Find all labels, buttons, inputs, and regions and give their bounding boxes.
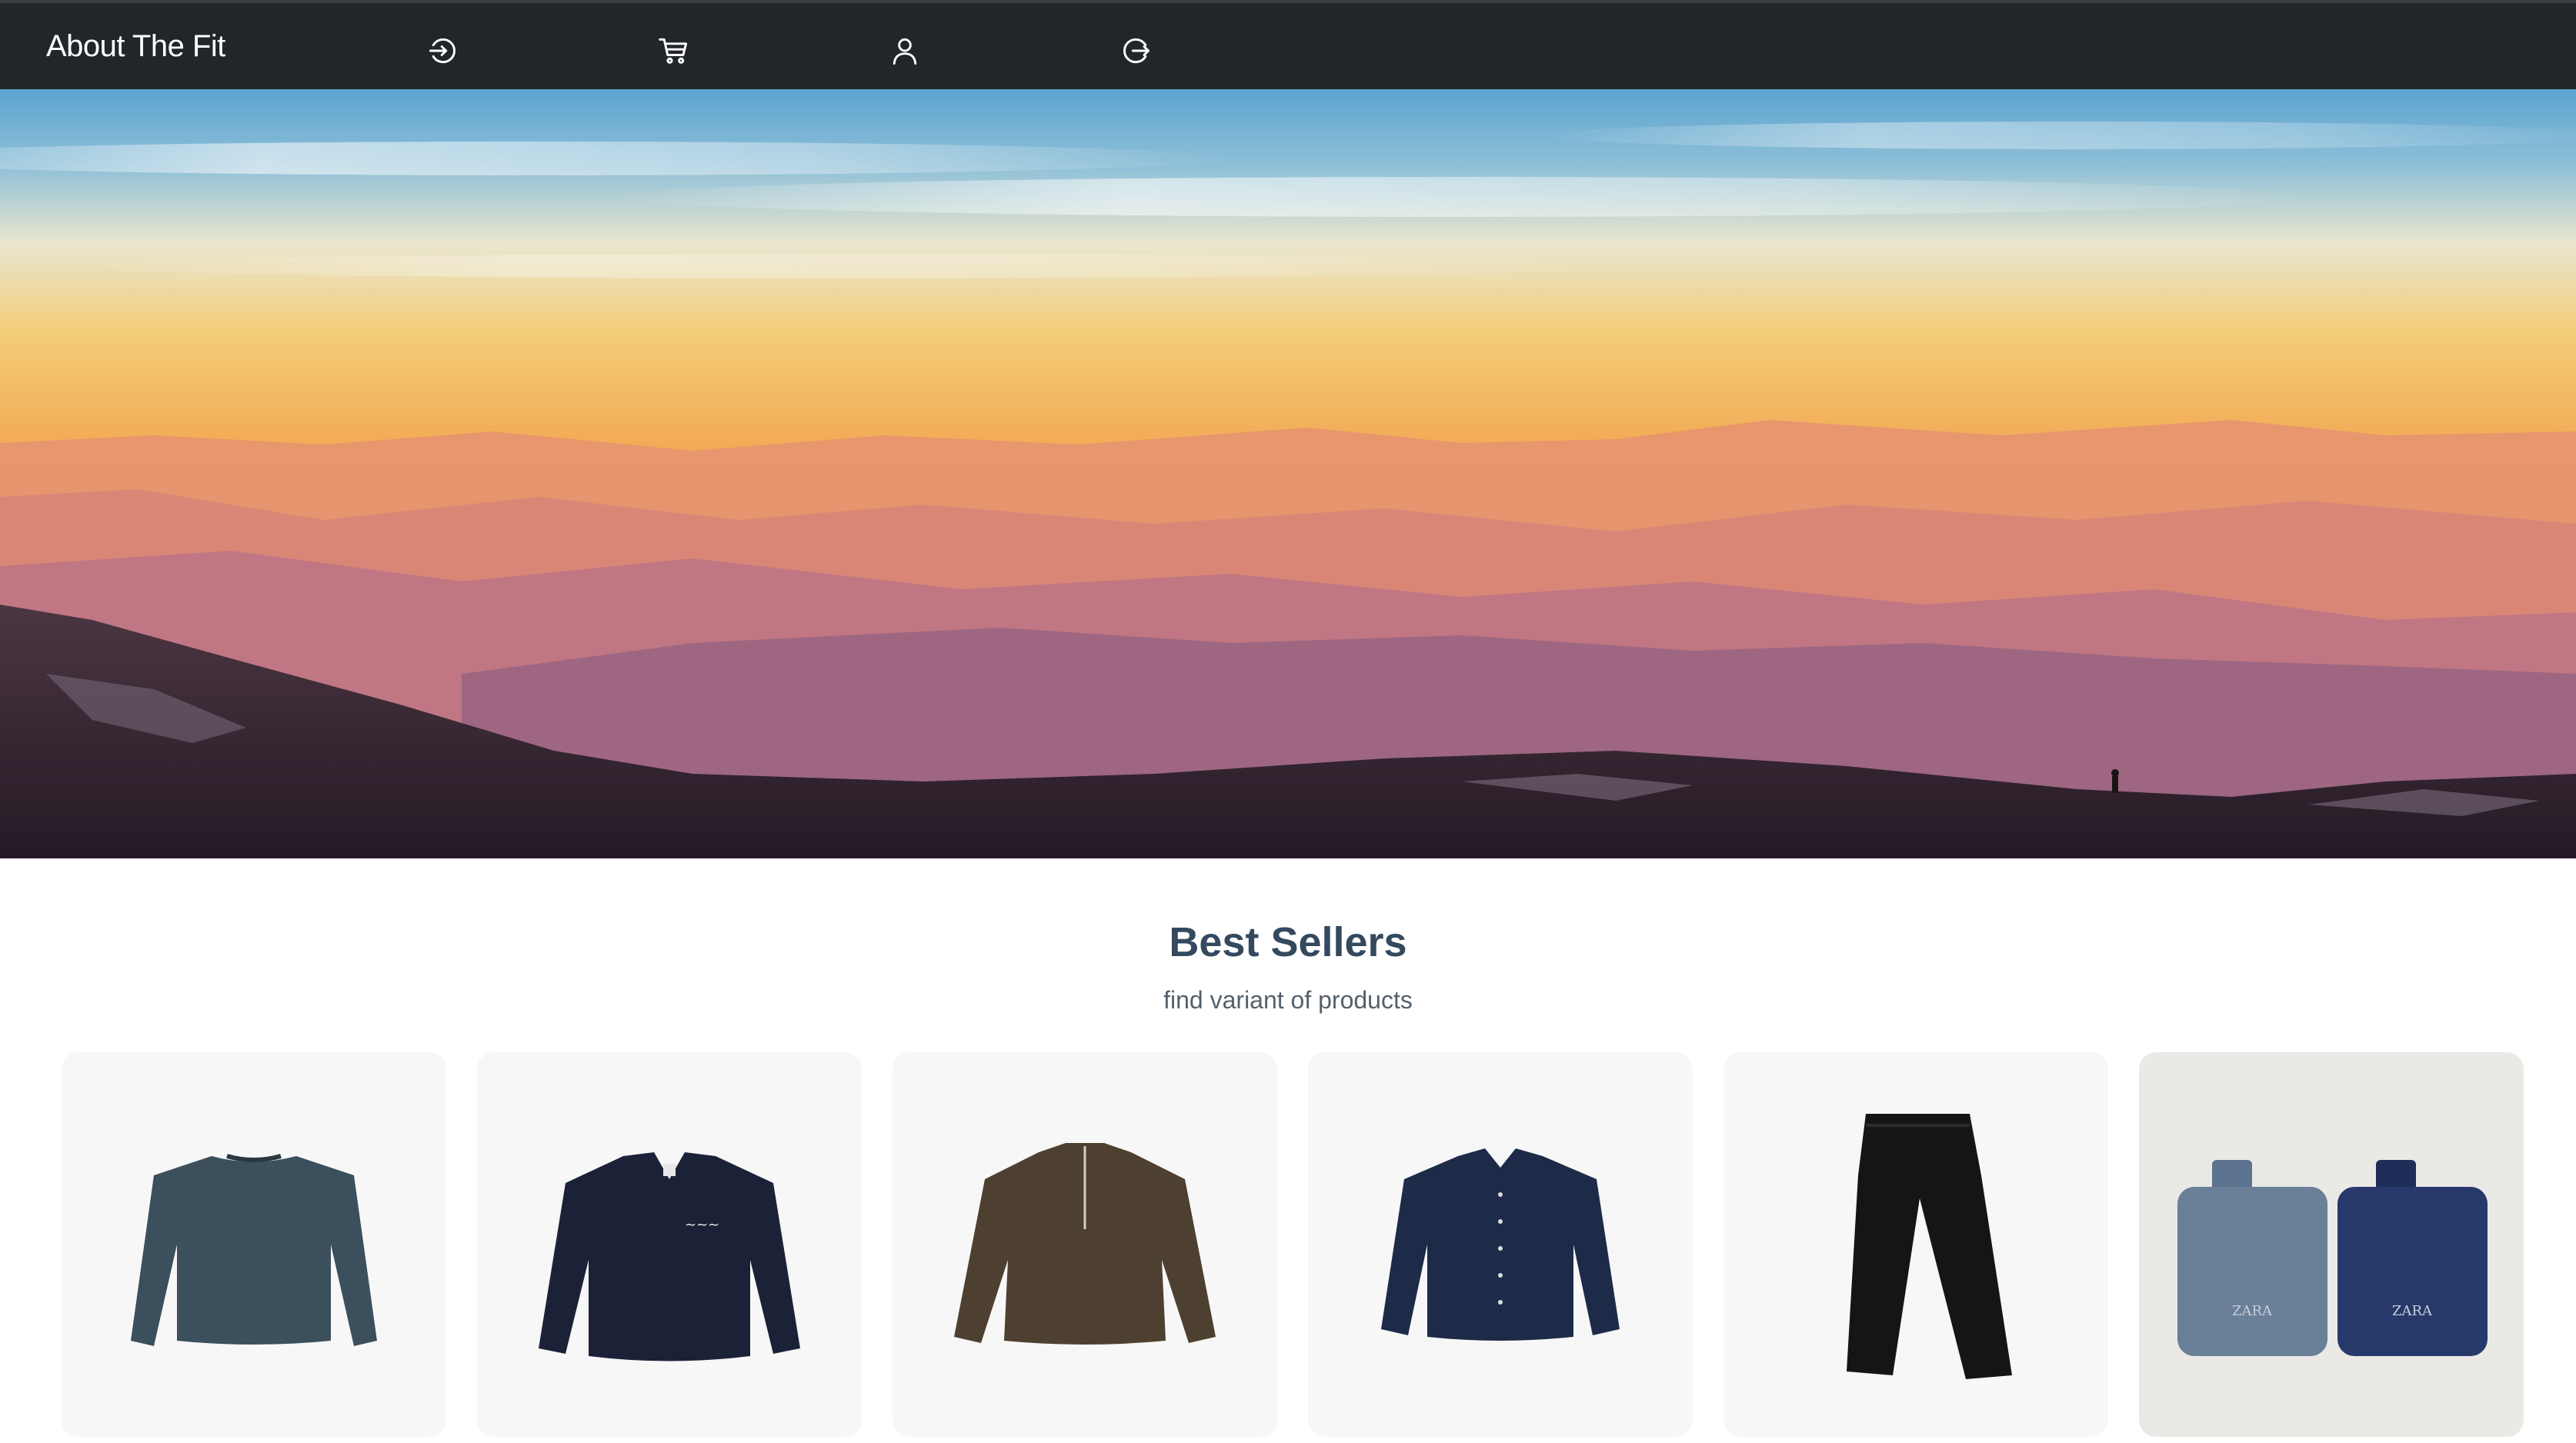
product-card[interactable] xyxy=(893,1052,1277,1437)
fragrance-brand-label: ZARA xyxy=(2392,1303,2433,1319)
hero-banner-image xyxy=(0,89,2576,858)
product-image-half-zip-sweater xyxy=(954,1143,1216,1345)
product-card[interactable] xyxy=(1308,1052,1693,1437)
product-card[interactable] xyxy=(62,1052,446,1437)
fragrance-brand-label: ZARA xyxy=(2232,1303,2273,1319)
section-title: Best Sellers xyxy=(1169,919,1407,965)
logout-icon[interactable] xyxy=(1119,34,1153,68)
login-icon[interactable] xyxy=(426,34,460,68)
product-card[interactable] xyxy=(1723,1052,2108,1437)
top-navbar: About The Fit xyxy=(0,0,2576,89)
svg-text:~~~: ~~~ xyxy=(685,1217,719,1233)
product-grid: ~~~ ZARA ZARA xyxy=(62,1052,2524,1437)
section-subtitle: find variant of products xyxy=(1163,986,1413,1014)
product-image-polo-sweatshirt: ~~~ xyxy=(539,1152,800,1361)
product-image-fragrance: ZARA ZARA xyxy=(2177,1160,2488,1356)
product-card[interactable]: ZARA ZARA xyxy=(2139,1052,2524,1437)
product-card[interactable]: ~~~ xyxy=(477,1052,862,1437)
cart-icon[interactable] xyxy=(657,34,691,68)
brand-logo-text[interactable]: About The Fit xyxy=(46,29,225,64)
product-image-tshirt xyxy=(131,1154,377,1346)
user-icon[interactable] xyxy=(888,34,922,68)
product-image-jeans xyxy=(1847,1114,2012,1379)
product-image-button-shirt xyxy=(1381,1148,1620,1341)
